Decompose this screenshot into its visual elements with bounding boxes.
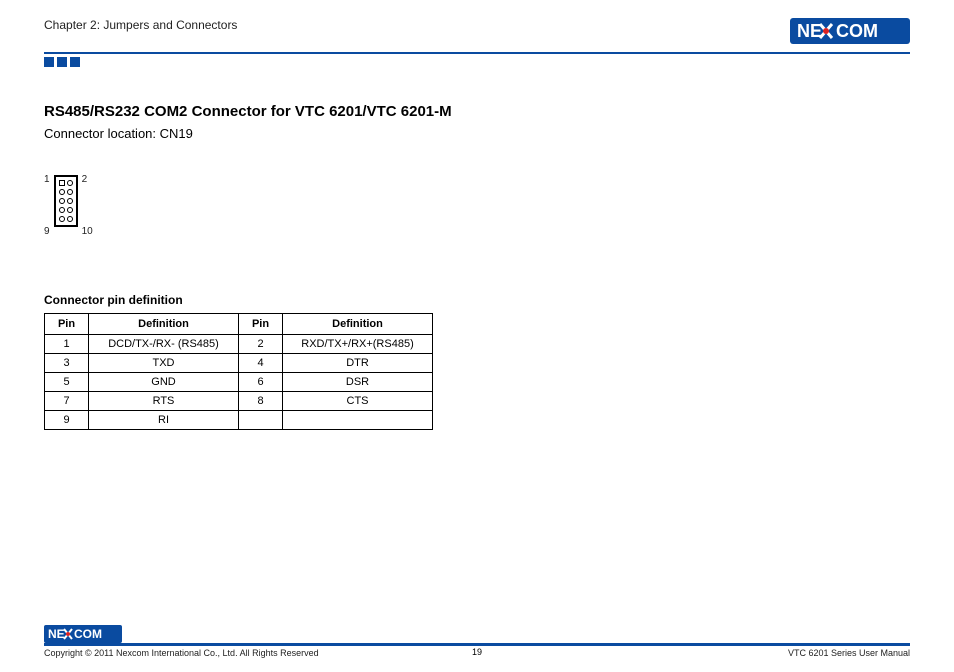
pin-label-9: 9 — [44, 227, 50, 237]
table-cell: DSR — [283, 373, 433, 392]
table-cell: 5 — [45, 373, 89, 392]
pin-2-icon — [67, 180, 73, 186]
svg-text:NE: NE — [48, 627, 65, 641]
table-cell: CTS — [283, 392, 433, 411]
connector-diagram: 1 9 2 10 — [44, 175, 910, 237]
table-cell — [283, 411, 433, 430]
table-cell: RI — [89, 411, 239, 430]
table-row: 7RTS8CTS — [45, 392, 433, 411]
table-cell: RXD/TX+/RX+(RS485) — [283, 335, 433, 354]
th-pin-a: Pin — [45, 314, 89, 335]
brand-logo: NE COM — [790, 18, 910, 44]
table-header-row: Pin Definition Pin Definition — [45, 314, 433, 335]
header-rule — [44, 52, 910, 54]
table-cell — [239, 411, 283, 430]
table-row: 9RI — [45, 411, 433, 430]
page-footer: NE COM Copyright © 2011 Nexcom Internati… — [44, 625, 910, 658]
table-row: 5GND6DSR — [45, 373, 433, 392]
svg-text:NE: NE — [797, 21, 822, 41]
table-cell: DCD/TX-/RX- (RS485) — [89, 335, 239, 354]
pin-1-icon — [59, 180, 65, 186]
table-cell: 3 — [45, 354, 89, 373]
pin-label-1: 1 — [44, 175, 50, 185]
table-cell: 9 — [45, 411, 89, 430]
pin-8-icon — [67, 207, 73, 213]
table-cell: GND — [89, 373, 239, 392]
pin-7-icon — [59, 207, 65, 213]
table-cell: 1 — [45, 335, 89, 354]
pin-9-icon — [59, 216, 65, 222]
section-subtitle: Connector location: CN19 — [44, 126, 910, 141]
pin-4-icon — [67, 189, 73, 195]
pin-label-2: 2 — [82, 175, 93, 185]
pin-10-icon — [67, 216, 73, 222]
table-cell: 8 — [239, 392, 283, 411]
table-cell: 7 — [45, 392, 89, 411]
footer-page-number: 19 — [44, 647, 910, 657]
table-cell: TXD — [89, 354, 239, 373]
section-title: RS485/RS232 COM2 Connector for VTC 6201/… — [44, 103, 910, 120]
footer-rule — [44, 643, 910, 646]
table-row: 3TXD4DTR — [45, 354, 433, 373]
chapter-title: Chapter 2: Jumpers and Connectors — [44, 18, 237, 32]
table-cell: RTS — [89, 392, 239, 411]
decor-squares — [44, 57, 910, 67]
table-cell: 2 — [239, 335, 283, 354]
footer-logo: NE COM — [44, 625, 122, 643]
svg-text:COM: COM — [74, 627, 102, 641]
pin-label-10: 10 — [82, 227, 93, 237]
th-def-a: Definition — [89, 314, 239, 335]
table-cell: 6 — [239, 373, 283, 392]
pin-definition-table: Pin Definition Pin Definition 1DCD/TX-/R… — [44, 313, 433, 430]
table-row: 1DCD/TX-/RX- (RS485)2RXD/TX+/RX+(RS485) — [45, 335, 433, 354]
pin-5-icon — [59, 198, 65, 204]
th-pin-b: Pin — [239, 314, 283, 335]
table-cell: 4 — [239, 354, 283, 373]
pin-6-icon — [67, 198, 73, 204]
table-caption: Connector pin definition — [44, 293, 910, 307]
th-def-b: Definition — [283, 314, 433, 335]
svg-text:COM: COM — [836, 21, 878, 41]
table-cell: DTR — [283, 354, 433, 373]
pin-3-icon — [59, 189, 65, 195]
connector-box — [54, 175, 78, 227]
